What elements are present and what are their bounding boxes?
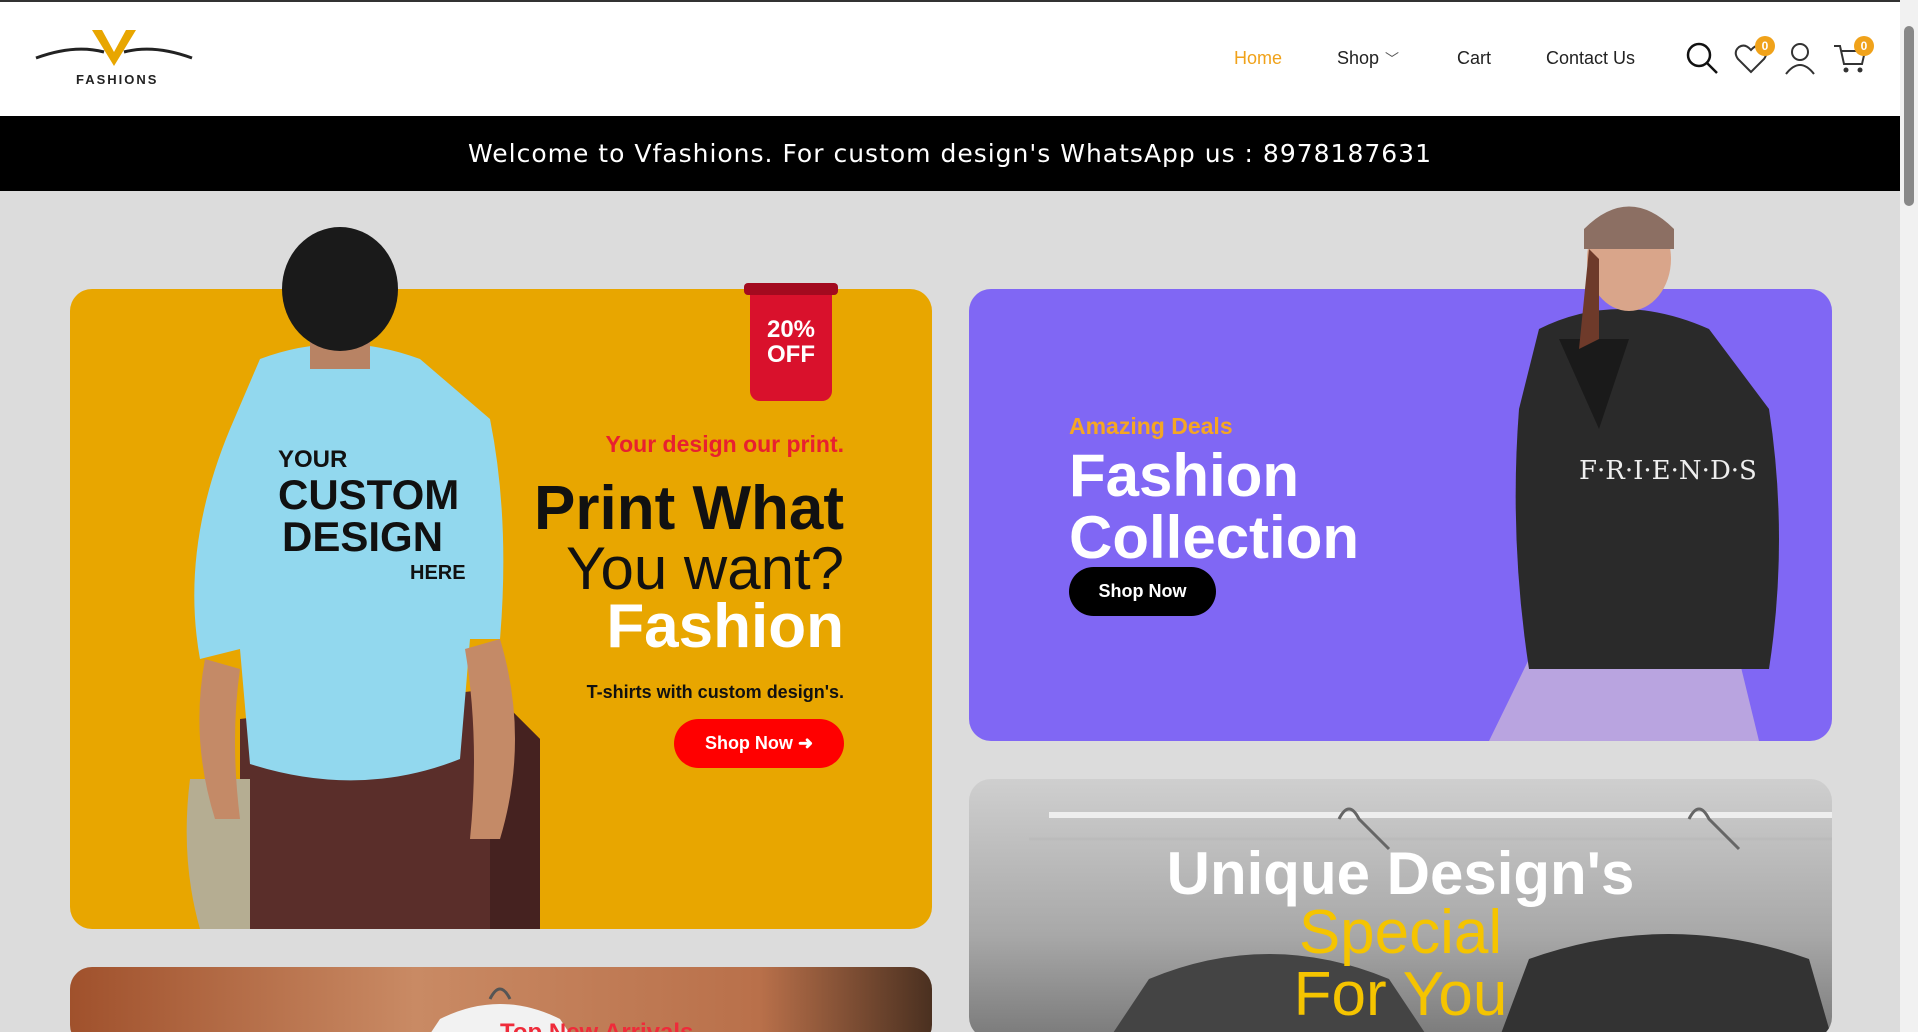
collection-heading-line2: Collection: [1069, 504, 1360, 571]
banner-heading-line2: You want?: [565, 535, 844, 602]
page-scrollbar[interactable]: [1900, 0, 1918, 1032]
hoodie-model-image: F·R·I·E·N·D·S: [1489, 206, 1779, 741]
nav-shop-label: Shop: [1337, 48, 1380, 68]
svg-text:DESIGN: DESIGN: [282, 513, 443, 560]
logo-mark-icon: [35, 30, 193, 66]
unique-heading-line3: For You: [1293, 960, 1508, 1029]
logo-text: FASHIONS: [76, 72, 159, 87]
discount-ribbon: 20% OFF: [744, 283, 838, 401]
fashion-collection-banner[interactable]: F·R·I·E·N·D·S Amazing Deals Fashion Coll…: [969, 206, 1832, 741]
custom-design-banner[interactable]: YOUR CUSTOM DESIGN HERE 20% OFF Your des…: [70, 227, 932, 929]
search-icon[interactable]: [1684, 40, 1720, 76]
svg-text:CUSTOM: CUSTOM: [278, 471, 459, 518]
unique-designs-banner[interactable]: Unique Design's Special For You: [969, 779, 1832, 1032]
nav-cart[interactable]: Cart: [1457, 48, 1491, 69]
shop-now-label: Shop Now: [704, 733, 793, 753]
svg-text:YOUR: YOUR: [278, 446, 347, 473]
discount-percent: 20%: [766, 316, 816, 343]
nav-contact[interactable]: Contact Us: [1546, 48, 1635, 69]
announcement-bar: Welcome to Vfashions. For custom design'…: [0, 116, 1900, 191]
collection-subtitle: Amazing Deals: [1069, 413, 1233, 439]
svg-text:HERE: HERE: [410, 562, 466, 584]
brand-logo[interactable]: FASHIONS: [34, 26, 194, 92]
hoodie-print-text: F·R·I·E·N·D·S: [1579, 456, 1757, 486]
collection-shop-now-button[interactable]: Shop Now: [1069, 567, 1216, 616]
banner-subtitle: Your design our print.: [605, 431, 844, 457]
cart-count-badge: 0: [1854, 36, 1874, 56]
cart-icon[interactable]: 0: [1832, 36, 1874, 76]
shop-now-button[interactable]: Shop Now ➜: [674, 719, 844, 768]
collection-heading-line1: Fashion: [1069, 442, 1300, 509]
banner-heading-line1: Print What: [534, 474, 844, 543]
scrollbar-thumb[interactable]: [1904, 26, 1914, 206]
discount-off: OFF: [767, 341, 815, 368]
wishlist-count-badge: 0: [1755, 36, 1775, 56]
arrow-circle-icon: ➜: [797, 733, 814, 753]
arrivals-title: Top New Arrivals: [500, 1019, 693, 1032]
new-arrivals-banner[interactable]: Top New Arrivals: [70, 967, 932, 1032]
chevron-down-icon: ﹀: [1385, 51, 1400, 67]
heart-icon[interactable]: 0: [1733, 36, 1775, 76]
banner-heading-line3: Fashion: [606, 592, 844, 661]
user-icon[interactable]: [1782, 40, 1818, 76]
collection-heading: Fashion Collection: [1069, 445, 1359, 569]
unique-heading-line2: Special: [1298, 898, 1503, 967]
site-header: FASHIONS Home Shop ﹀ Cart Contact Us 0 0: [0, 2, 1900, 116]
tshirt-model-image: YOUR CUSTOM DESIGN HERE: [186, 227, 540, 929]
banner-description: T-shirts with custom design's.: [586, 682, 844, 702]
nav-home[interactable]: Home: [1234, 48, 1282, 69]
nav-shop[interactable]: Shop ﹀: [1337, 48, 1399, 69]
